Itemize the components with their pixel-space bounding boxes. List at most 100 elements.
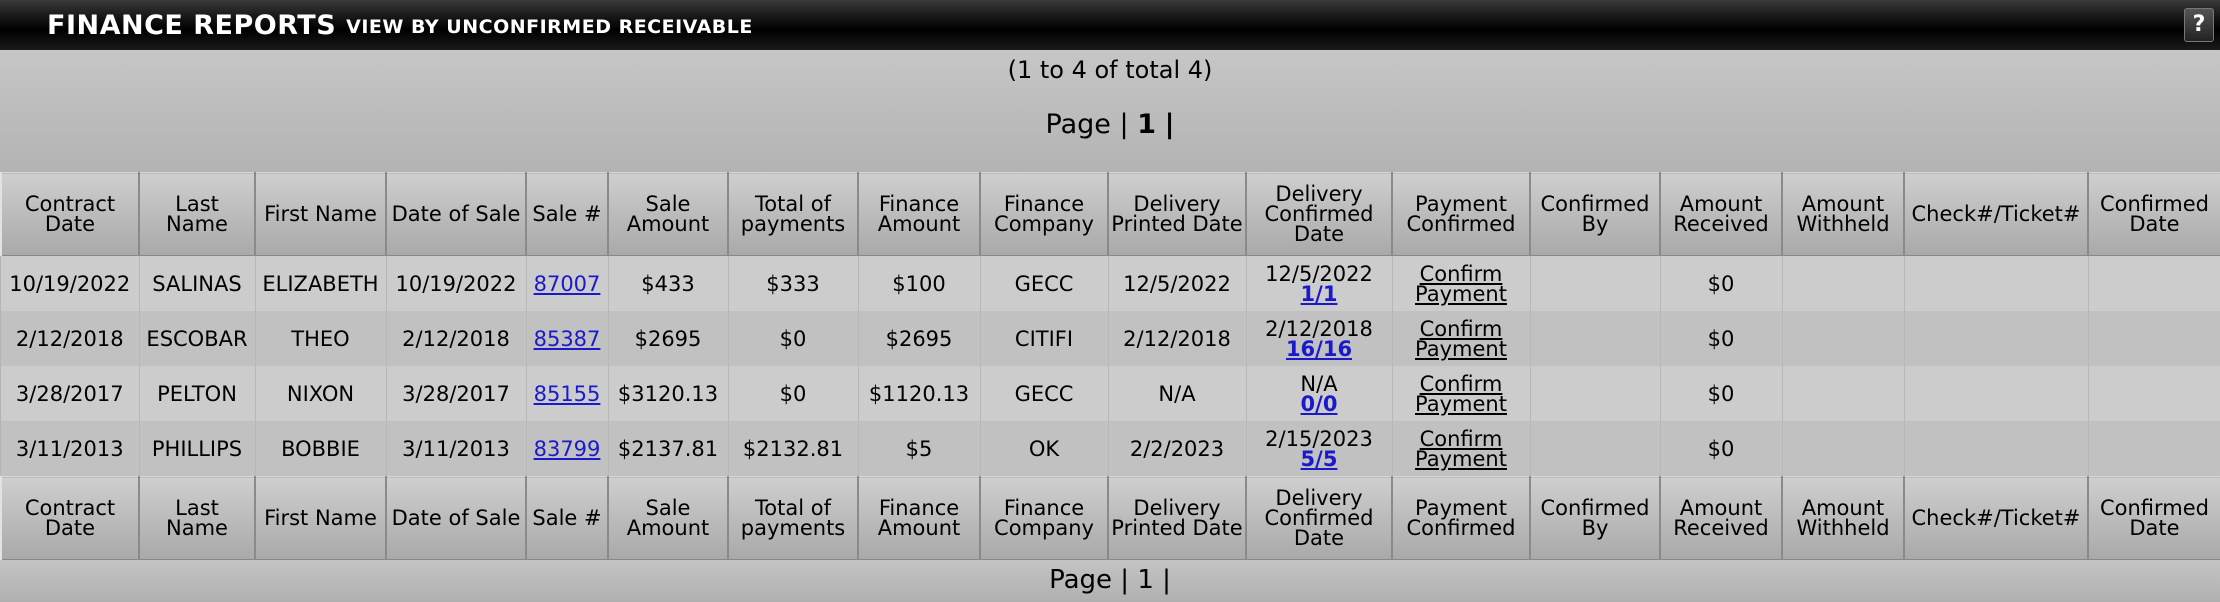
sale-number-link[interactable]: 83799	[534, 437, 601, 461]
cell-delivery-confirmed: N/A 0/0	[1246, 366, 1393, 421]
delivery-ratio-link[interactable]: 16/16	[1249, 338, 1390, 359]
cell-contract-date: 3/28/2017	[1, 366, 140, 421]
cell-payment-confirmed: Confirm Payment	[1392, 421, 1531, 477]
current-page[interactable]: 1	[1137, 109, 1156, 140]
delivery-ratio-link[interactable]: 5/5	[1249, 448, 1390, 469]
cell-amount-received: $0	[1660, 421, 1783, 477]
help-button[interactable]: ?	[2184, 8, 2214, 42]
table-row: 2/12/2018 ESCOBAR THEO 2/12/2018 85387 $2695 $…	[1, 311, 2220, 366]
column-header[interactable]: Date of Sale	[385, 172, 527, 256]
cell-sale-no: 85387	[526, 311, 609, 366]
cell-confirmed-date	[2088, 255, 2220, 311]
top-pager: Page | 1 |	[0, 109, 2220, 140]
confirm-payment-link[interactable]: Confirm Payment	[1395, 426, 1528, 469]
column-header[interactable]: Amount Received	[1659, 476, 1783, 560]
cell-sale-amount: $2137.81	[608, 421, 729, 477]
column-header[interactable]: Total of payments	[727, 172, 859, 256]
column-header[interactable]: Amount Withheld	[1781, 476, 1905, 560]
cell-confirmed-by	[1530, 421, 1661, 477]
column-header[interactable]: First Name	[254, 476, 387, 560]
column-header[interactable]: Last Name	[138, 476, 256, 560]
column-header[interactable]: Amount Received	[1659, 172, 1783, 256]
confirm-payment-link[interactable]: Confirm Payment	[1395, 261, 1528, 304]
column-header[interactable]: Last Name	[138, 172, 256, 256]
column-header[interactable]: Sale #	[525, 476, 609, 560]
column-header[interactable]: Finance Amount	[857, 476, 981, 560]
column-header[interactable]: Contract Date	[0, 476, 140, 560]
page-title: FINANCE REPORTS	[47, 9, 337, 41]
column-header[interactable]: Sale #	[525, 172, 609, 256]
column-header[interactable]: Confirmed Date	[2087, 172, 2220, 256]
cell-finance-amount: $1120.13	[858, 366, 981, 421]
cell-check-ticket	[1904, 366, 2089, 421]
cell-first-name: NIXON	[255, 366, 387, 421]
cell-amount-received: $0	[1660, 311, 1783, 366]
column-header[interactable]: First Name	[254, 172, 387, 256]
cell-confirmed-date	[2088, 421, 2220, 477]
cell-total-payments: $2132.81	[728, 421, 859, 477]
cell-date-of-sale: 10/19/2022	[386, 255, 527, 311]
cell-delivery-printed: 2/12/2018	[1108, 311, 1247, 366]
column-header[interactable]: Confirmed By	[1529, 476, 1661, 560]
table-row: 3/28/2017 PELTON NIXON 3/28/2017 85155 $3120.…	[1, 366, 2220, 421]
column-header[interactable]: Payment Confirmed	[1391, 172, 1531, 256]
results-range: (1 to 4 of total 4)	[1007, 56, 1213, 84]
column-header[interactable]: Date of Sale	[385, 476, 527, 560]
column-header[interactable]: Delivery Confirmed Date	[1245, 476, 1393, 560]
cell-delivery-printed: 2/2/2023	[1108, 421, 1247, 477]
delivery-confirmed-date: 2/12/2018	[1265, 316, 1373, 341]
cell-contract-date: 3/11/2013	[1, 421, 140, 477]
cell-date-of-sale: 3/28/2017	[386, 366, 527, 421]
cell-finance-company: GECC	[980, 255, 1109, 311]
column-header[interactable]: Finance Company	[979, 172, 1109, 256]
cell-finance-amount: $100	[858, 255, 981, 311]
sale-number-link[interactable]: 87007	[534, 272, 601, 296]
cell-sale-amount: $2695	[608, 311, 729, 366]
sale-number-link[interactable]: 85155	[534, 382, 601, 406]
confirm-payment-link[interactable]: Confirm Payment	[1395, 318, 1528, 361]
column-header[interactable]: Check#/Ticket#	[1903, 476, 2089, 560]
column-header[interactable]: Sale Amount	[607, 476, 729, 560]
column-header[interactable]: Finance Company	[979, 476, 1109, 560]
title-bar: FINANCE REPORTS VIEW BY UNCONFIRMED RECE…	[0, 0, 2220, 50]
confirm-payment-label-line2: Payment	[1415, 336, 1507, 361]
column-header[interactable]: Confirmed Date	[2087, 476, 2220, 560]
sale-number-link[interactable]: 85387	[534, 327, 601, 351]
column-header[interactable]: Check#/Ticket#	[1903, 172, 2089, 256]
cell-amount-withheld	[1782, 311, 1905, 366]
column-header[interactable]: Delivery Printed Date	[1107, 476, 1247, 560]
cell-amount-withheld	[1782, 255, 1905, 311]
column-header[interactable]: Contract Date	[0, 172, 140, 256]
delivery-ratio-link[interactable]: 1/1	[1249, 283, 1390, 304]
column-header[interactable]: Total of payments	[727, 476, 859, 560]
cell-finance-company: GECC	[980, 366, 1109, 421]
confirm-payment-link[interactable]: Confirm Payment	[1395, 373, 1528, 414]
cell-date-of-sale: 3/11/2013	[386, 421, 527, 477]
table-header-row: Contract Date Last Name First Name Date of …	[0, 172, 2220, 256]
cell-check-ticket	[1904, 421, 2089, 477]
column-header[interactable]: Payment Confirmed	[1391, 476, 1531, 560]
column-header[interactable]: Amount Withheld	[1781, 172, 1905, 256]
confirm-payment-label-line1: Confirm	[1419, 426, 1503, 451]
results-summary: (1 to 4 of total 4) Page | 1 |	[0, 50, 2220, 172]
cell-finance-company: OK	[980, 421, 1109, 477]
cell-delivery-confirmed: 2/15/2023 5/5	[1246, 421, 1393, 477]
delivery-confirmed-date: 2/15/2023	[1265, 426, 1373, 451]
cell-total-payments: $333	[728, 255, 859, 311]
delivery-ratio-link[interactable]: 0/0	[1249, 393, 1390, 414]
cell-contract-date: 2/12/2018	[1, 311, 140, 366]
table-footer-header-row: Contract Date Last Name First Name Date of …	[0, 476, 2220, 560]
confirm-payment-label-line1: Confirm	[1419, 261, 1503, 286]
cell-payment-confirmed: Confirm Payment	[1392, 366, 1531, 421]
column-header[interactable]: Delivery Confirmed Date	[1245, 172, 1393, 256]
cell-confirmed-by	[1530, 366, 1661, 421]
cell-first-name: BOBBIE	[255, 421, 387, 477]
cell-delivery-printed: N/A	[1108, 366, 1247, 421]
column-header[interactable]: Sale Amount	[607, 172, 729, 256]
receivables-table: Contract Date Last Name First Name Date of …	[0, 172, 2220, 560]
cell-last-name: SALINAS	[139, 255, 256, 311]
cell-confirmed-date	[2088, 366, 2220, 421]
column-header[interactable]: Confirmed By	[1529, 172, 1661, 256]
column-header[interactable]: Finance Amount	[857, 172, 981, 256]
column-header[interactable]: Delivery Printed Date	[1107, 172, 1247, 256]
